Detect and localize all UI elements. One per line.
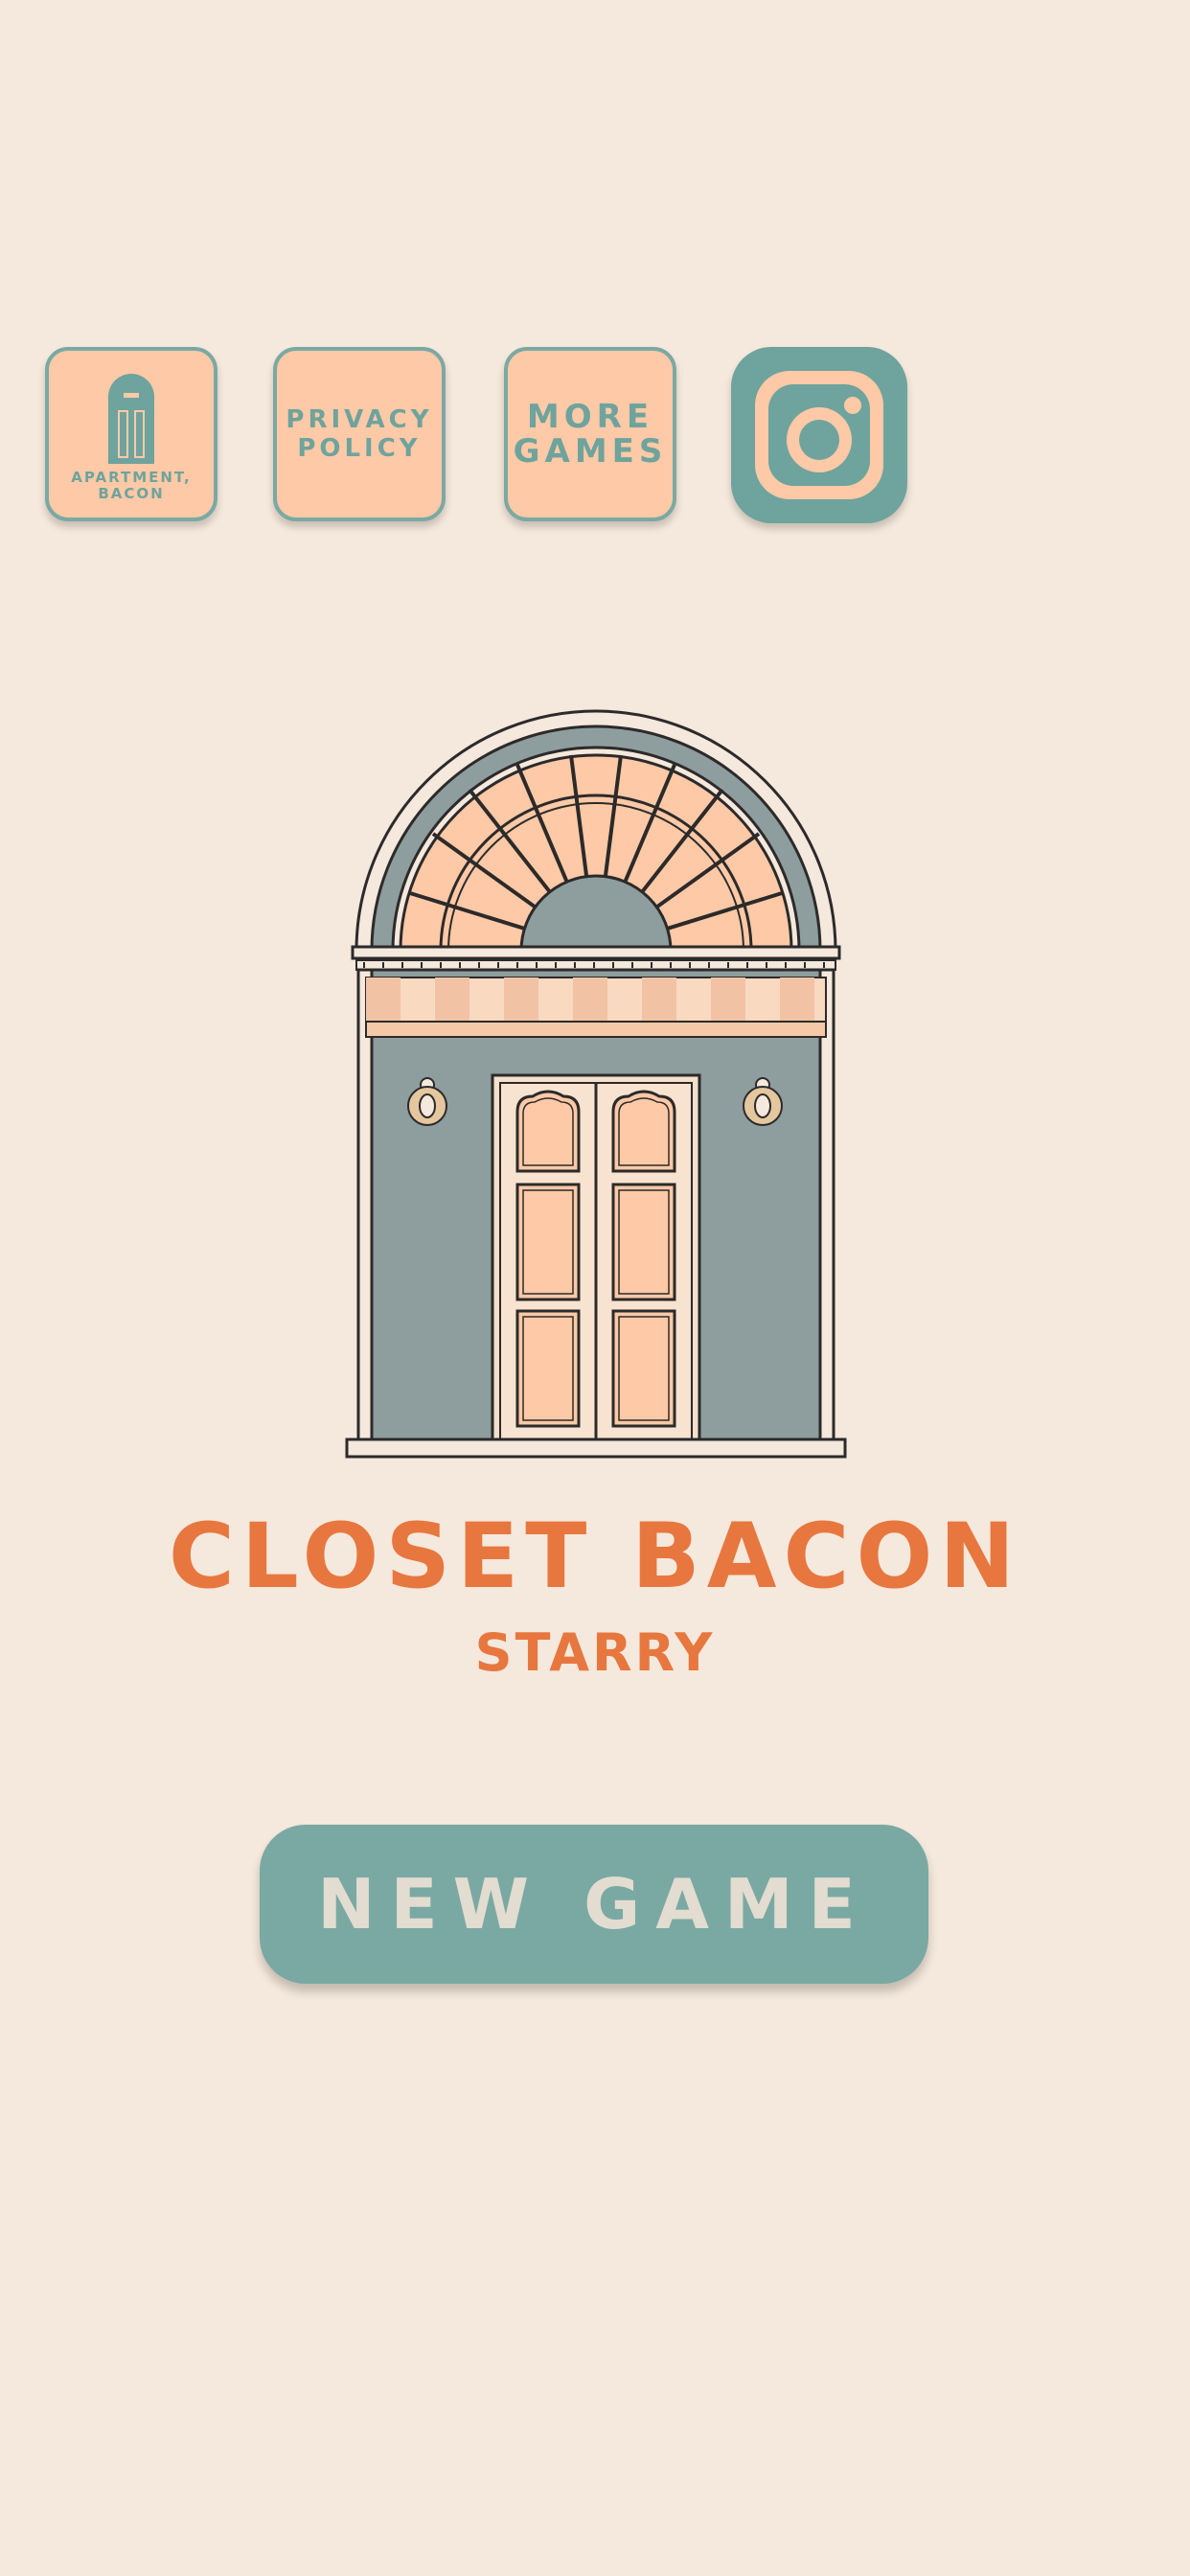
instagram-icon xyxy=(755,371,883,499)
privacy-policy-button[interactable]: PRIVACY POLICY xyxy=(273,347,446,521)
instagram-button[interactable] xyxy=(731,347,907,523)
apartment-bacon-label: APARTMENT, BACON xyxy=(71,469,192,502)
more-games-label: MORE GAMES xyxy=(513,398,668,471)
title-screen: APARTMENT, BACON PRIVACY POLICY MORE GAM… xyxy=(0,0,1190,2576)
privacy-policy-label: PRIVACY POLICY xyxy=(286,405,433,463)
more-games-button[interactable]: MORE GAMES xyxy=(504,347,676,521)
apartment-bacon-button[interactable]: APARTMENT, BACON xyxy=(45,347,217,521)
game-subtitle: STARRY xyxy=(474,1622,716,1683)
game-title: CLOSET BACON xyxy=(168,1505,1022,1609)
new-game-button[interactable]: NEW GAME xyxy=(260,1825,928,1984)
closet-building-illustration xyxy=(345,709,847,1459)
door-icon xyxy=(108,374,154,464)
